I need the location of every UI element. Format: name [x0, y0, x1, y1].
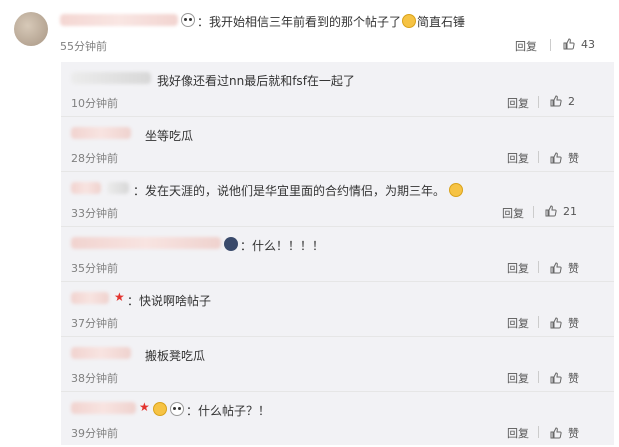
- comment-text-row: ：我开始相信三年前看到的那个帖子了 简直石锤: [197, 13, 465, 30]
- reply-button[interactable]: 回复: [507, 95, 529, 111]
- username-blurred[interactable]: [60, 14, 178, 26]
- reply-time: 33分钟前: [71, 207, 118, 220]
- grin-emoji-icon: [449, 183, 464, 197]
- comment-text-suffix: 简直石锤: [417, 15, 466, 29]
- reply-text: 搬板凳吃瓜: [145, 349, 206, 363]
- divider: [538, 316, 539, 328]
- replies-panel: 我好像还看过nn最后就和fsf在一起了 10分钟前 回复 2 坐等吃瓜 28分钟…: [61, 62, 614, 445]
- star-icon: ★: [114, 290, 125, 304]
- like-count: 43: [581, 38, 595, 51]
- reply-username[interactable]: [71, 127, 131, 139]
- reply-button[interactable]: 回复: [507, 315, 529, 331]
- thumbs-up-icon: [550, 262, 562, 274]
- reply-time: 10分钟前: [71, 97, 118, 110]
- reply-username-avatar[interactable]: [107, 182, 129, 194]
- reply-button[interactable]: 回复: [507, 425, 529, 441]
- like-button[interactable]: 赞: [550, 425, 579, 441]
- panda-emoji-icon: [170, 402, 184, 416]
- reply-text: ：什么帖子？！: [186, 404, 271, 418]
- thumbs-up-icon: [563, 38, 575, 50]
- reply-time: 37分钟前: [71, 317, 118, 330]
- reply-item: ★ ：快说啊啥帖子 37分钟前 回复 赞: [61, 282, 614, 337]
- reply-username[interactable]: [71, 292, 109, 304]
- like-label: 赞: [568, 262, 579, 275]
- reply-username[interactable]: [71, 237, 221, 249]
- thumbs-up-icon: [550, 372, 562, 384]
- thumbs-up-icon: [550, 152, 562, 164]
- reply-button[interactable]: 回复: [507, 260, 529, 276]
- reply-item: 我好像还看过nn最后就和fsf在一起了 10分钟前 回复 2: [61, 62, 614, 117]
- reply-username[interactable]: [71, 402, 136, 414]
- reply-button[interactable]: 回复: [502, 205, 524, 221]
- badge-emoji-icon: [153, 402, 167, 416]
- reply-text: 我好像还看过nn最后就和fsf在一起了: [157, 74, 355, 88]
- thumbs-up-icon: [545, 205, 557, 217]
- like-label: 赞: [568, 372, 579, 385]
- like-button[interactable]: 赞: [550, 370, 579, 386]
- like-button[interactable]: 21: [545, 205, 577, 218]
- like-label: 赞: [568, 427, 579, 440]
- surprised-emoji-icon: [402, 14, 417, 28]
- panda-emoji-icon: [181, 13, 195, 27]
- reply-item: ★ ：什么帖子？！ 39分钟前 回复 赞: [61, 392, 614, 447]
- divider: [538, 261, 539, 273]
- reply-username[interactable]: [71, 72, 151, 84]
- like-button[interactable]: 赞: [550, 315, 579, 331]
- reply-time: 35分钟前: [71, 262, 118, 275]
- divider: [538, 426, 539, 438]
- divider: [550, 39, 551, 51]
- like-label: 赞: [568, 152, 579, 165]
- divider: [538, 371, 539, 383]
- comment-time: 55分钟前: [60, 40, 107, 53]
- reply-time: 38分钟前: [71, 372, 118, 385]
- like-button[interactable]: 赞: [550, 150, 579, 166]
- reply-text-row: ：发在天涯的，说他们是华宜里面的合约情侣，为期三年。: [133, 182, 464, 199]
- reply-username[interactable]: [71, 347, 131, 359]
- avatar[interactable]: [14, 12, 48, 46]
- like-button[interactable]: 2: [550, 95, 575, 108]
- thumbs-up-icon: [550, 427, 562, 439]
- like-button[interactable]: 43: [563, 38, 595, 51]
- like-label: 赞: [568, 317, 579, 330]
- like-label: 2: [568, 95, 575, 108]
- reply-time: 39分钟前: [71, 427, 118, 440]
- reply-text: ：发在天涯的，说他们是华宜里面的合约情侣，为期三年。: [133, 184, 446, 198]
- reply-item: ：发在天涯的，说他们是华宜里面的合约情侣，为期三年。 33分钟前 回复 21: [61, 172, 614, 227]
- main-comment: ：我开始相信三年前看到的那个帖子了 简直石锤 55分钟前 回复 43: [0, 0, 619, 60]
- thumbs-up-icon: [550, 95, 562, 107]
- reply-item: 坐等吃瓜 28分钟前 回复 赞: [61, 117, 614, 172]
- divider: [533, 206, 534, 218]
- reply-text: ：快说啊啥帖子: [127, 294, 212, 308]
- star-icon: ★: [139, 400, 150, 414]
- reply-text: 坐等吃瓜: [145, 129, 194, 143]
- reply-text: ：什么！！！！: [240, 239, 325, 253]
- reply-time: 28分钟前: [71, 152, 118, 165]
- badge-icon: [224, 237, 238, 251]
- reply-button[interactable]: 回复: [507, 150, 529, 166]
- like-button[interactable]: 赞: [550, 260, 579, 276]
- divider: [538, 151, 539, 163]
- divider: [538, 96, 539, 108]
- reply-button[interactable]: 回复: [515, 38, 537, 54]
- reply-item: 搬板凳吃瓜 38分钟前 回复 赞: [61, 337, 614, 392]
- comment-text: ：我开始相信三年前看到的那个帖子了: [197, 15, 402, 29]
- reply-button[interactable]: 回复: [507, 370, 529, 386]
- like-label: 21: [563, 205, 577, 218]
- reply-item: ：什么！！！！ 35分钟前 回复 赞: [61, 227, 614, 282]
- reply-username[interactable]: [71, 182, 101, 194]
- thumbs-up-icon: [550, 317, 562, 329]
